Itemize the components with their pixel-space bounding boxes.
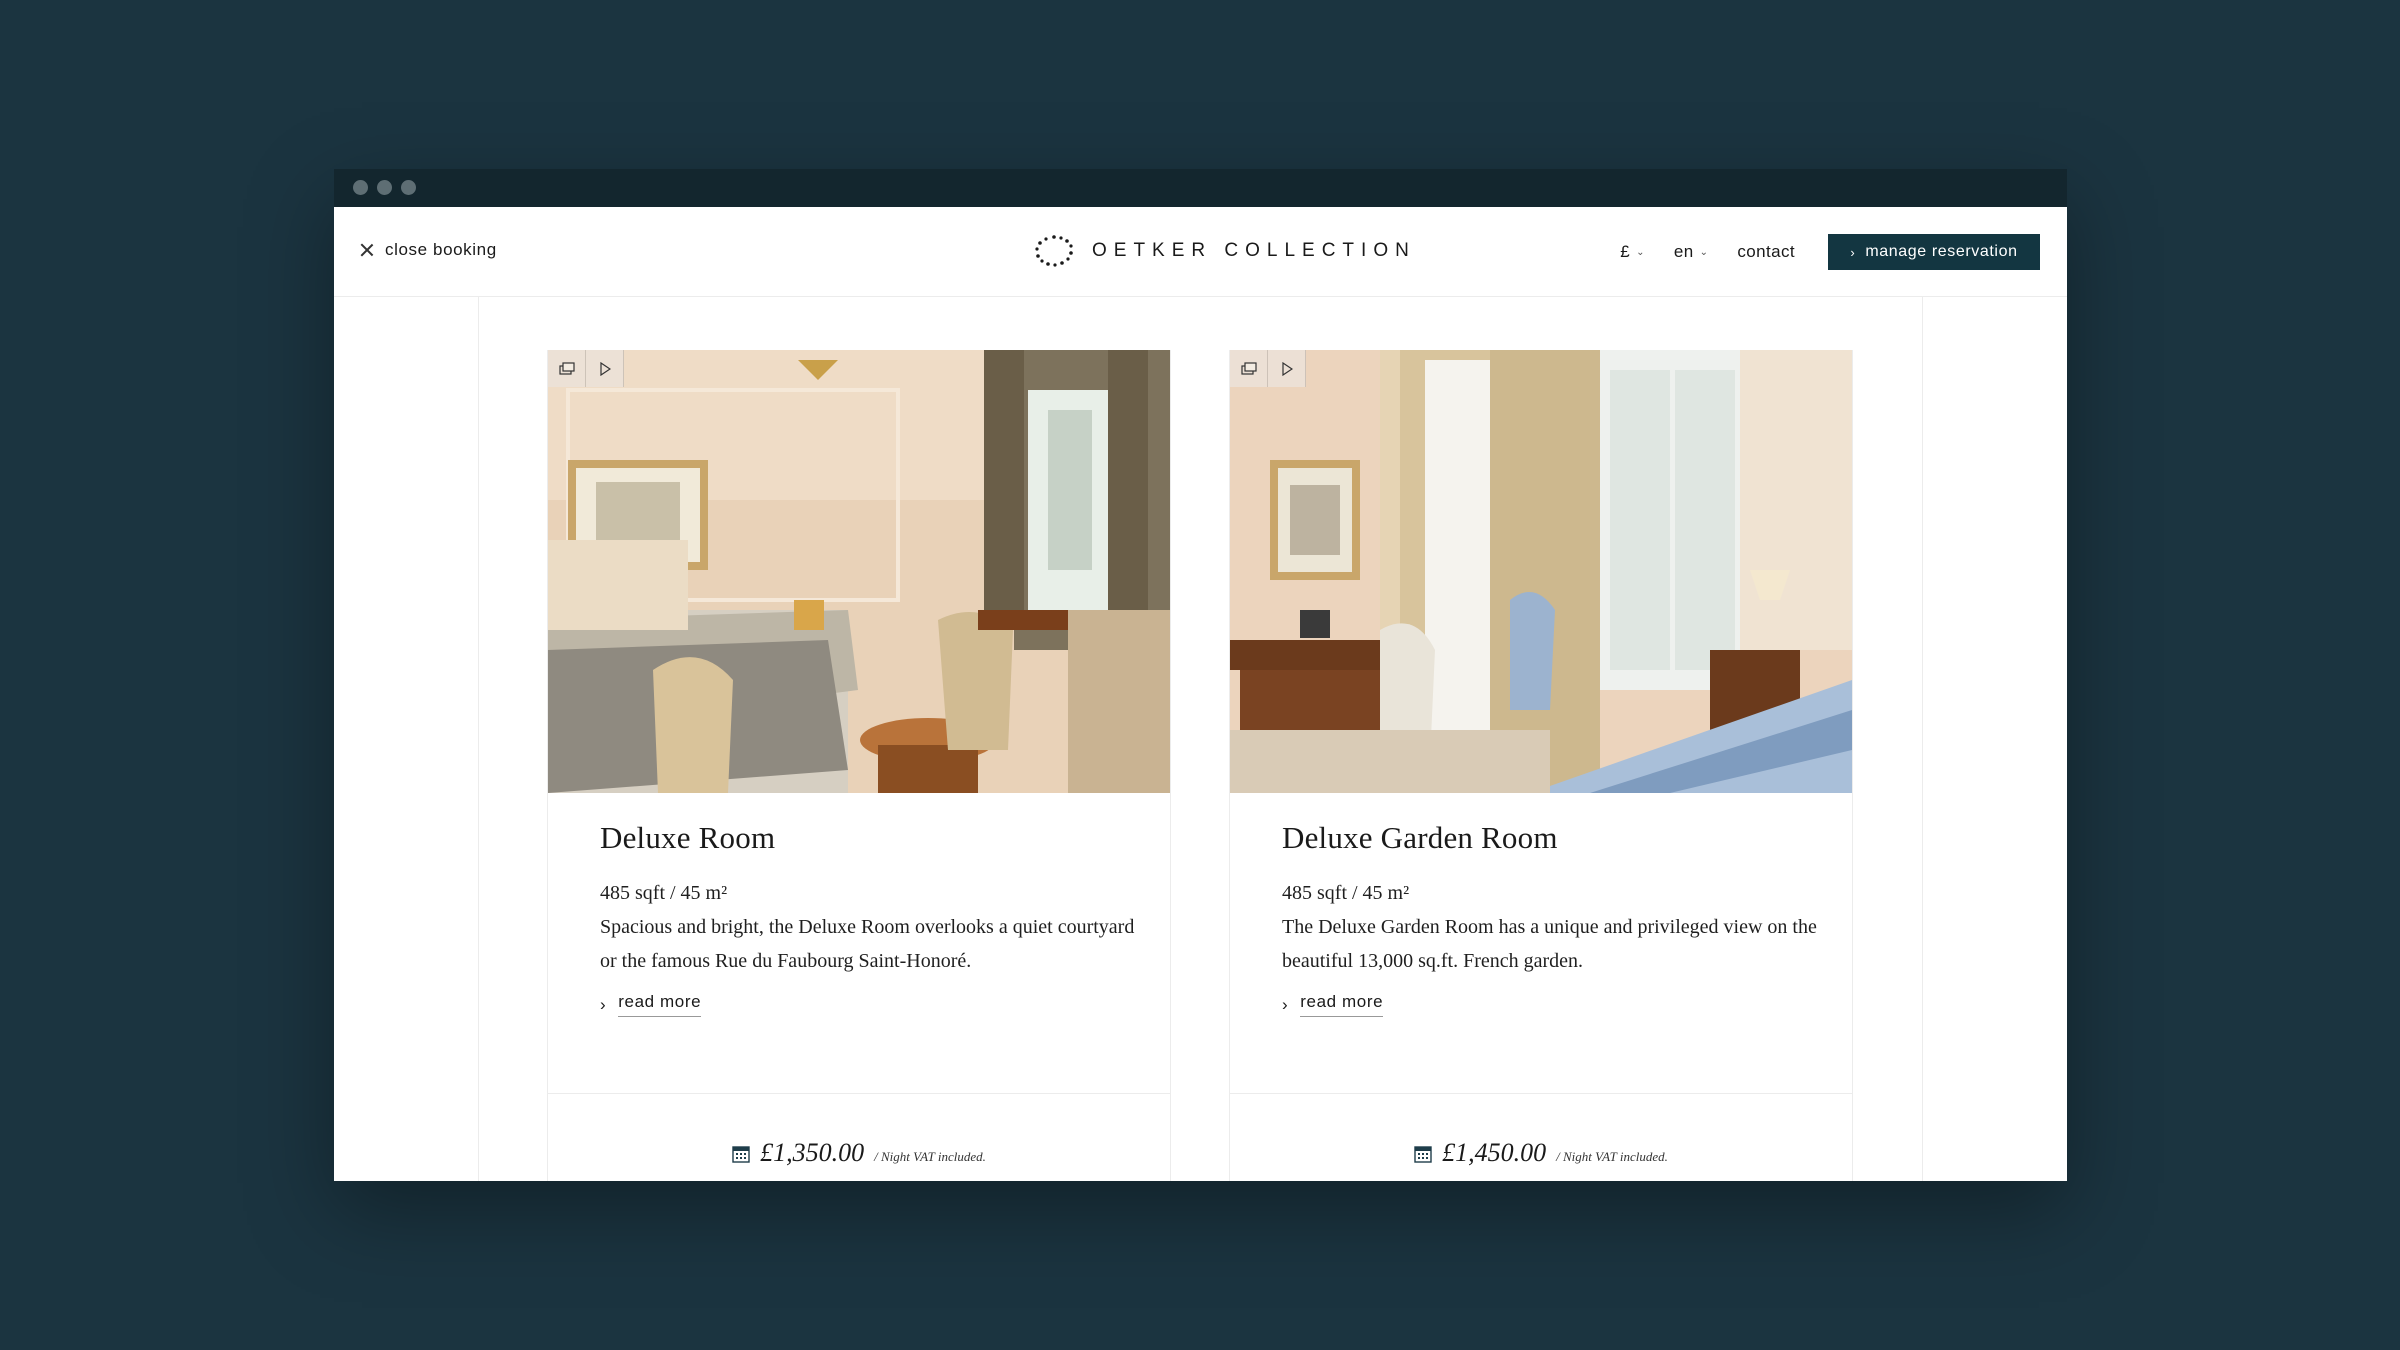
price-note: / Night VAT included.: [874, 1149, 986, 1164]
media-buttons: [1230, 350, 1306, 387]
manage-reservation-button[interactable]: › manage reservation: [1828, 234, 2040, 270]
media-buttons: [548, 350, 624, 387]
price-row[interactable]: £1,350.00 / Night VAT included.: [548, 1138, 1170, 1168]
close-icon: [360, 243, 374, 257]
video-button[interactable]: [1268, 350, 1306, 387]
top-navigation: close booking OETKER COLLECTION £ ⌄ en ⌄…: [334, 207, 2067, 297]
room-photo[interactable]: [548, 350, 1170, 793]
gallery-button[interactable]: [1230, 350, 1268, 387]
chevron-down-icon: ⌄: [1636, 246, 1645, 258]
gallery-icon: [1240, 361, 1257, 375]
price-row[interactable]: £1,450.00 / Night VAT included.: [1230, 1138, 1852, 1168]
room-description: Spacious and bright, the Deluxe Room ove…: [600, 916, 1135, 972]
chevron-right-icon: ›: [1282, 994, 1289, 1014]
chevron-right-icon: ›: [600, 994, 607, 1014]
room-details: Deluxe Garden Room 485 sqft / 45 m² The …: [1282, 820, 1822, 1017]
room-price: £1,450.00: [1442, 1138, 1547, 1167]
brand-name: OETKER COLLECTION: [1092, 240, 1416, 261]
chevron-down-icon: ⌄: [1699, 246, 1709, 258]
room-size: 485 sqft / 45 m²: [1282, 882, 1410, 904]
room-title: Deluxe Garden Room: [1282, 820, 1558, 855]
room-description: The Deluxe Garden Room has a unique and …: [1282, 916, 1817, 972]
contact-link[interactable]: contact: [1737, 242, 1795, 262]
room-card: Deluxe Garden Room 485 sqft / 45 m² The …: [1229, 350, 1853, 1181]
language-dropdown[interactable]: en ⌄: [1674, 242, 1709, 262]
divider: [1230, 1093, 1852, 1094]
page-viewport: close booking OETKER COLLECTION £ ⌄ en ⌄…: [334, 207, 2067, 1181]
video-button[interactable]: [586, 350, 624, 387]
play-icon: [1281, 361, 1293, 376]
room-size: 485 sqft / 45 m²: [600, 882, 728, 904]
window-dot-minimize[interactable]: [377, 180, 392, 195]
close-booking-label: close booking: [385, 240, 497, 259]
brand-logo[interactable]: OETKER COLLECTION: [1034, 233, 1416, 269]
window-dot-close[interactable]: [353, 180, 368, 195]
room-price: £1,350.00: [760, 1138, 865, 1167]
oetker-ring-icon: [1035, 235, 1073, 267]
rooms-content: Deluxe Room 485 sqft / 45 m² Spacious an…: [478, 297, 1923, 1181]
browser-window: close booking OETKER COLLECTION £ ⌄ en ⌄…: [334, 169, 2067, 1181]
manage-reservation-label: manage reservation: [1865, 243, 2018, 260]
calendar-icon: [732, 1146, 750, 1163]
read-more-label: read more: [618, 992, 702, 1017]
read-more-link[interactable]: › read more: [600, 992, 1140, 1017]
room-title: Deluxe Room: [600, 820, 776, 855]
currency-value: £: [1620, 242, 1631, 261]
close-booking-button[interactable]: close booking: [360, 238, 497, 262]
window-dot-maximize[interactable]: [401, 180, 416, 195]
divider: [548, 1093, 1170, 1094]
gallery-button[interactable]: [548, 350, 586, 387]
calendar-icon: [1414, 1146, 1432, 1163]
read-more-link[interactable]: › read more: [1282, 992, 1822, 1017]
nav-right: £ ⌄ en ⌄ contact › manage reservation: [1620, 234, 2040, 270]
price-note: / Night VAT included.: [1556, 1149, 1668, 1164]
window-titlebar: [334, 169, 2067, 207]
chevron-right-icon: ›: [1850, 244, 1856, 260]
language-value: en: [1673, 242, 1694, 261]
play-icon: [599, 361, 611, 376]
room-details: Deluxe Room 485 sqft / 45 m² Spacious an…: [600, 820, 1140, 1017]
room-card: Deluxe Room 485 sqft / 45 m² Spacious an…: [547, 350, 1171, 1181]
gallery-icon: [558, 361, 575, 375]
currency-dropdown[interactable]: £ ⌄: [1620, 242, 1645, 262]
room-photo[interactable]: [1230, 350, 1852, 793]
read-more-label: read more: [1300, 992, 1384, 1017]
